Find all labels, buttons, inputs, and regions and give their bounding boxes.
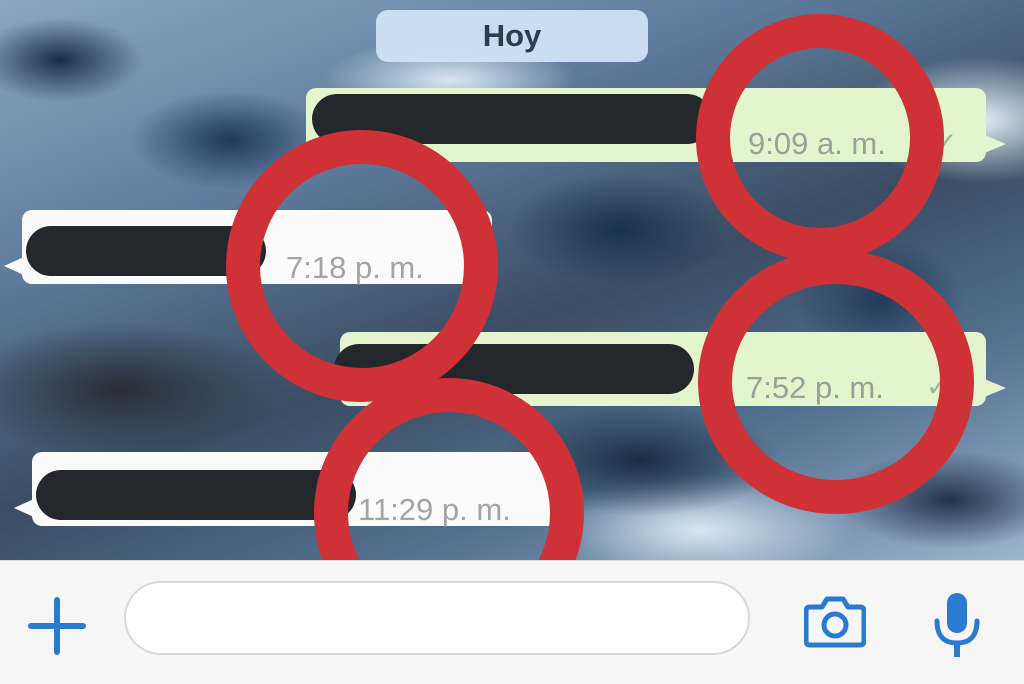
date-header: Hoy xyxy=(376,10,648,62)
highlight-circle xyxy=(226,130,498,402)
plus-icon[interactable] xyxy=(28,597,86,655)
chat-background: Hoy 9:09 a. m. ✓ 7:18 p. m. 7:52 p. m. ✓… xyxy=(0,0,1024,560)
highlight-circle xyxy=(698,250,974,514)
highlight-circle xyxy=(696,14,944,262)
microphone-icon[interactable] xyxy=(932,591,982,663)
message-input-bar xyxy=(0,560,1024,684)
camera-icon[interactable] xyxy=(803,593,867,649)
date-label: Hoy xyxy=(482,18,542,53)
message-input[interactable] xyxy=(124,581,750,655)
redacted-text xyxy=(36,470,356,520)
